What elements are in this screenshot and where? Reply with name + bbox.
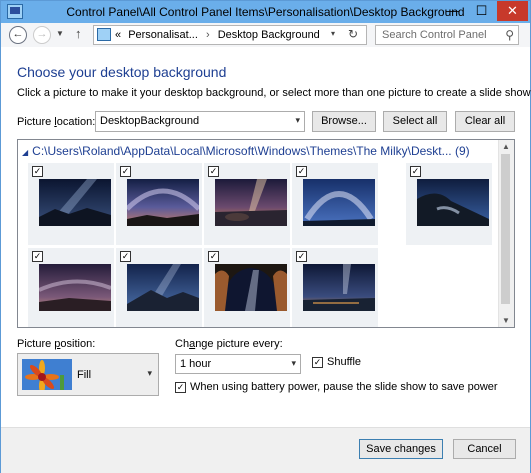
milky-way-6-thumbnail — [39, 264, 111, 311]
control-panel-icon — [97, 28, 111, 41]
chevron-down-icon: ▾ — [291, 358, 296, 368]
browse-button[interactable]: Browse... — [312, 111, 376, 132]
picture-location-value: DesktopBackground — [100, 115, 200, 127]
milky-way-5-thumbnail — [417, 179, 489, 226]
picture-position-label: Picture position: — [17, 338, 96, 350]
milky-way-8-thumbnail — [215, 264, 287, 311]
milky-way-7-thumbnail — [127, 264, 199, 311]
folder-path: C:\Users\Roland\AppData\Local\Microsoft\… — [32, 144, 452, 158]
thumbnail-checkbox[interactable]: ✓ — [120, 166, 131, 177]
thumbnail-tile[interactable]: ✓ — [204, 163, 290, 245]
clear-all-button[interactable]: Clear all — [455, 111, 515, 132]
milky-way-9-thumbnail — [303, 264, 375, 311]
page-title: Choose your desktop background — [17, 64, 227, 80]
folder-count: (9) — [454, 144, 470, 158]
thumbnail-tile[interactable]: ✓ — [406, 163, 492, 245]
picture-location-dropdown[interactable]: DesktopBackground ▾ — [95, 111, 305, 132]
select-all-button[interactable]: Select all — [383, 111, 447, 132]
picture-gallery: ◢ C:\Users\Roland\AppData\Local\Microsoft… — [17, 139, 515, 328]
change-picture-interval-dropdown[interactable]: 1 hour ▾ — [175, 354, 301, 374]
recent-locations-icon[interactable]: ▼ — [56, 29, 64, 38]
refresh-icon[interactable]: ↻ — [348, 27, 358, 41]
minimize-button[interactable]: — — [438, 1, 467, 21]
thumbnail-tile[interactable]: ✓ — [28, 163, 114, 245]
picture-location-label: Picture location: — [17, 116, 96, 128]
flower-fill-preview-icon — [22, 359, 72, 390]
maximize-button[interactable]: ☐ — [467, 1, 496, 21]
scrollbar-thumb[interactable] — [501, 154, 510, 304]
thumbnail-tile[interactable]: ✓ — [204, 248, 290, 327]
milky-way-1-thumbnail — [39, 179, 111, 226]
change-picture-interval-value: 1 hour — [180, 358, 212, 370]
address-dropdown-icon[interactable]: ▾ — [331, 29, 335, 38]
chevron-down-icon: ▾ — [295, 115, 300, 125]
search-box[interactable]: ⚲ — [375, 25, 519, 45]
close-button[interactable]: ✕ — [497, 1, 528, 21]
thumbnail-checkbox[interactable]: ✓ — [296, 251, 307, 262]
milky-way-3-thumbnail — [215, 179, 287, 226]
chevron-down-icon: ▾ — [147, 368, 152, 378]
thumbnail-tile[interactable]: ✓ — [292, 163, 378, 245]
thumbnail-tile[interactable]: ✓ — [116, 248, 202, 327]
breadcrumb: « Personalisat... › Desktop Background — [115, 29, 320, 41]
thumbnail-checkbox[interactable]: ✓ — [208, 251, 219, 262]
thumbnail-tile[interactable]: ✓ — [292, 248, 378, 327]
thumbnail-tile[interactable]: ✓ — [116, 163, 202, 245]
forward-arrow-icon[interactable]: → — [33, 26, 51, 44]
breadcrumb-separator-icon[interactable]: › — [206, 29, 210, 41]
search-icon[interactable]: ⚲ — [505, 28, 514, 42]
page-description: Click a picture to make it your desktop … — [17, 87, 531, 99]
desktop-background-window: Control Panel\All Control Panel Items\Pe… — [0, 0, 531, 473]
thumbnail-checkbox[interactable]: ✓ — [296, 166, 307, 177]
thumbnail-tile[interactable]: ✓ — [28, 248, 114, 327]
thumbnail-checkbox[interactable]: ✓ — [208, 166, 219, 177]
up-arrow-icon[interactable]: ↑ — [75, 26, 82, 41]
thumbnail-checkbox[interactable]: ✓ — [32, 251, 43, 262]
folder-group-header[interactable]: ◢ C:\Users\Roland\AppData\Local\Microsoft… — [22, 144, 470, 158]
breadcrumb-item-desktop-background[interactable]: Desktop Background — [218, 29, 320, 41]
shuffle-label[interactable]: Shuffle — [327, 356, 361, 368]
change-picture-label: Change picture every: — [175, 338, 283, 350]
shuffle-checkbox[interactable]: ✓ — [312, 357, 323, 368]
gallery-scrollbar[interactable]: ▲ ▼ — [498, 140, 514, 327]
battery-pause-checkbox[interactable]: ✓ — [175, 382, 186, 393]
milky-way-4-thumbnail — [303, 179, 375, 226]
collapse-icon[interactable]: ◢ — [22, 148, 28, 157]
thumbnail-checkbox[interactable]: ✓ — [410, 166, 421, 177]
milky-way-2-thumbnail — [127, 179, 199, 226]
cancel-button[interactable]: Cancel — [453, 439, 516, 459]
back-arrow-icon[interactable]: ← — [9, 26, 27, 44]
picture-position-dropdown[interactable]: Fill ▾ — [17, 353, 159, 396]
battery-pause-label[interactable]: When using battery power, pause the slid… — [190, 381, 498, 393]
save-changes-button[interactable]: Save changes — [359, 439, 443, 459]
dialog-footer — [1, 427, 530, 473]
picture-position-value: Fill — [77, 369, 92, 381]
thumbnail-checkbox[interactable]: ✓ — [120, 251, 131, 262]
navigation-bar: ← → ▼ ↑ « Personalisat... › Desktop Back… — [1, 23, 530, 47]
scroll-down-icon[interactable]: ▼ — [502, 316, 510, 325]
scroll-up-icon[interactable]: ▲ — [502, 142, 510, 151]
address-bar[interactable]: « Personalisat... › Desktop Background ▾… — [93, 25, 367, 45]
title-bar[interactable]: Control Panel\All Control Panel Items\Pe… — [1, 1, 530, 23]
thumbnail-checkbox[interactable]: ✓ — [32, 166, 43, 177]
breadcrumb-item-personalisation[interactable]: Personalisat... — [128, 29, 198, 41]
breadcrumb-overflow-icon[interactable]: « — [115, 29, 121, 41]
search-input[interactable] — [380, 28, 502, 42]
